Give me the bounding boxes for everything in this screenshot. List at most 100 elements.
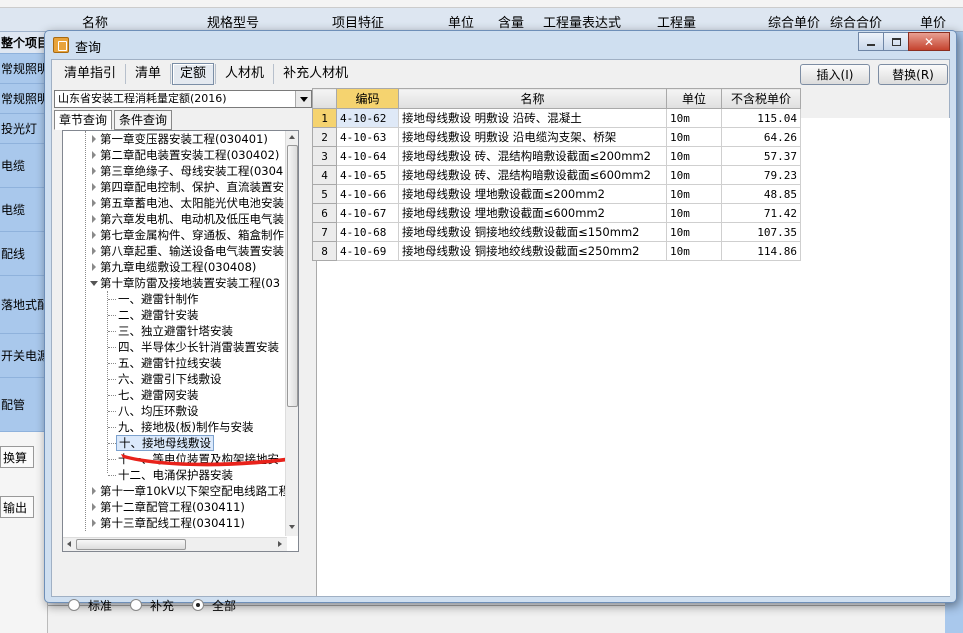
- tree-node-section[interactable]: 五、避雷针拉线安装: [118, 355, 222, 371]
- tab-condition-query[interactable]: 条件查询: [114, 110, 173, 130]
- header-code[interactable]: 编码: [336, 88, 399, 109]
- radio-standard[interactable]: 标准: [68, 597, 112, 614]
- table-row[interactable]: 6 4-10-67 接地母线敷设 埋地敷设截面≤600mm2 10m 71.42: [312, 203, 801, 223]
- tree-node-section-selected[interactable]: 十、接地母线敷设: [116, 435, 214, 451]
- minimize-button[interactable]: [858, 32, 884, 51]
- tree-node-section[interactable]: 六、避雷引下线敷设: [118, 371, 222, 387]
- bg-row[interactable]: 落地式配: [0, 276, 48, 334]
- bg-row[interactable]: 电缆: [0, 188, 48, 232]
- cell-code[interactable]: 4-10-68: [336, 222, 399, 242]
- tree-node-chapter[interactable]: 第二章配电装置安装工程(030402): [100, 147, 279, 163]
- expand-icon[interactable]: [92, 199, 96, 207]
- cell-price[interactable]: 57.37: [721, 146, 801, 166]
- tree-node-chapter[interactable]: 第九章电缆敷设工程(030408): [100, 259, 256, 275]
- insert-button[interactable]: 插入(I): [800, 64, 870, 85]
- cell-name[interactable]: 接地母线敷设 埋地敷设截面≤200mm2: [398, 184, 667, 204]
- tree-node-chapter[interactable]: 第八章起重、输送设备电气装置安装: [100, 243, 284, 259]
- tree-node-section[interactable]: 二、避雷针安装: [118, 307, 199, 323]
- header-name[interactable]: 名称: [398, 88, 667, 109]
- cell-code[interactable]: 4-10-64: [336, 146, 399, 166]
- tab-chapter-query[interactable]: 章节查询: [54, 110, 113, 130]
- cell-name[interactable]: 接地母线敷设 砖、混结构暗敷设截面≤600mm2: [398, 165, 667, 185]
- expand-icon[interactable]: [92, 503, 96, 511]
- cell-unit[interactable]: 10m: [666, 108, 722, 128]
- cell-price[interactable]: 115.04: [721, 108, 801, 128]
- bg-col-unit-price[interactable]: 综合单价: [768, 12, 820, 31]
- bg-row[interactable]: 开关电源: [0, 334, 48, 378]
- maximize-button[interactable]: [883, 32, 909, 51]
- header-unit[interactable]: 单位: [666, 88, 722, 109]
- bg-col-expression[interactable]: 工程量表达式: [543, 12, 621, 31]
- cell-code[interactable]: 4-10-66: [336, 184, 399, 204]
- bg-row[interactable]: 常规照明: [0, 54, 48, 84]
- tree-node-section[interactable]: 七、避雷网安装: [118, 387, 199, 403]
- bg-col-feature[interactable]: 项目特征: [332, 12, 384, 31]
- cell-unit[interactable]: 10m: [666, 165, 722, 185]
- tree-node-chapter[interactable]: 第十二章配管工程(030411): [100, 499, 245, 515]
- scroll-thumb[interactable]: [287, 145, 298, 407]
- table-row[interactable]: 8 4-10-69 接地母线敷设 铜接地绞线敷设截面≤250mm2 10m 11…: [312, 241, 801, 261]
- radio-all[interactable]: 全部: [192, 597, 236, 614]
- expand-icon[interactable]: [92, 151, 96, 159]
- cell-code[interactable]: 4-10-67: [336, 203, 399, 223]
- cell-unit[interactable]: 10m: [666, 203, 722, 223]
- tab-quota[interactable]: 定额: [172, 63, 215, 85]
- table-row[interactable]: 7 4-10-68 接地母线敷设 铜接地绞线敷设截面≤150mm2 10m 10…: [312, 222, 801, 242]
- cell-code[interactable]: 4-10-69: [336, 241, 399, 261]
- scroll-thumb[interactable]: [76, 539, 186, 550]
- tree-node-chapter[interactable]: 第五章蓄电池、太阳能光伏电池安装: [100, 195, 284, 211]
- expand-icon[interactable]: [92, 519, 96, 527]
- collapse-icon[interactable]: [90, 281, 98, 286]
- radio-supplement[interactable]: 补充: [130, 597, 174, 614]
- quota-select[interactable]: 山东省安装工程消耗量定额(2016): [54, 90, 312, 108]
- cell-price[interactable]: 114.86: [721, 241, 801, 261]
- chevron-down-icon[interactable]: [295, 91, 311, 107]
- cell-price[interactable]: 71.42: [721, 203, 801, 223]
- tree-node-chapter[interactable]: 第三章绝缘子、母线安装工程(0304: [100, 163, 283, 179]
- close-button[interactable]: ✕: [908, 32, 950, 51]
- tab-list-guide[interactable]: 清单指引: [56, 63, 124, 85]
- cell-name[interactable]: 接地母线敷设 埋地敷设截面≤600mm2: [398, 203, 667, 223]
- expand-icon[interactable]: [92, 487, 96, 495]
- expand-icon[interactable]: [92, 247, 96, 255]
- bg-tab-convert[interactable]: 换算: [0, 446, 34, 468]
- table-row[interactable]: 4 4-10-65 接地母线敷设 砖、混结构暗敷设截面≤600mm2 10m 7…: [312, 165, 801, 185]
- tree-vertical-scrollbar[interactable]: [285, 131, 298, 536]
- replace-button[interactable]: 替换(R): [878, 64, 948, 85]
- bg-tab-output[interactable]: 输出: [0, 496, 34, 518]
- bg-col-name[interactable]: 名称: [82, 12, 108, 31]
- expand-icon[interactable]: [92, 231, 96, 239]
- expand-icon[interactable]: [92, 167, 96, 175]
- expand-icon[interactable]: [92, 215, 96, 223]
- bg-row[interactable]: 投光灯: [0, 114, 48, 144]
- bg-col-spec[interactable]: 规格型号: [207, 12, 259, 31]
- cell-code[interactable]: 4-10-63: [336, 127, 399, 147]
- table-row[interactable]: 3 4-10-64 接地母线敷设 砖、混结构暗敷设截面≤200mm2 10m 5…: [312, 146, 801, 166]
- scroll-down-icon[interactable]: [289, 525, 295, 529]
- tree-node-chapter[interactable]: 第四章配电控制、保护、直流装置安: [100, 179, 284, 195]
- cell-price[interactable]: 48.85: [721, 184, 801, 204]
- tab-labor-material[interactable]: 人材机: [217, 63, 272, 85]
- bg-col-total[interactable]: 综合合价: [830, 12, 882, 31]
- tree-node-chapter[interactable]: 第七章金属构件、穿通板、箱盒制作: [100, 227, 284, 243]
- cell-price[interactable]: 107.35: [721, 222, 801, 242]
- expand-icon[interactable]: [92, 183, 96, 191]
- table-row[interactable]: 1 4-10-62 接地母线敷设 明敷设 沿砖、混凝土 10m 115.04: [312, 108, 801, 128]
- bg-col-content[interactable]: 含量: [498, 12, 524, 31]
- cell-price[interactable]: 64.26: [721, 127, 801, 147]
- tree-node-chapter[interactable]: 第十一章10kV以下架空配电线路工程: [100, 483, 287, 499]
- bg-row[interactable]: 配管: [0, 378, 48, 432]
- expand-icon[interactable]: [92, 263, 96, 271]
- bg-row[interactable]: 电缆: [0, 144, 48, 188]
- cell-unit[interactable]: 10m: [666, 184, 722, 204]
- table-row[interactable]: 2 4-10-63 接地母线敷设 明敷设 沿电缆沟支架、桥架 10m 64.26: [312, 127, 801, 147]
- table-row[interactable]: 5 4-10-66 接地母线敷设 埋地敷设截面≤200mm2 10m 48.85: [312, 184, 801, 204]
- tree-node-chapter[interactable]: 第六章发电机、电动机及低压电气装: [100, 211, 284, 227]
- bg-row[interactable]: 常规照明: [0, 84, 48, 114]
- cell-unit[interactable]: 10m: [666, 222, 722, 242]
- tree-node-chapter-expanded[interactable]: 第十章防雷及接地装置安装工程(03: [100, 275, 280, 291]
- cell-name[interactable]: 接地母线敷设 明敷设 沿砖、混凝土: [398, 108, 667, 128]
- tree-node-section[interactable]: 一、避雷针制作: [118, 291, 199, 307]
- header-row-number[interactable]: [312, 88, 337, 109]
- scroll-right-icon[interactable]: [278, 541, 282, 547]
